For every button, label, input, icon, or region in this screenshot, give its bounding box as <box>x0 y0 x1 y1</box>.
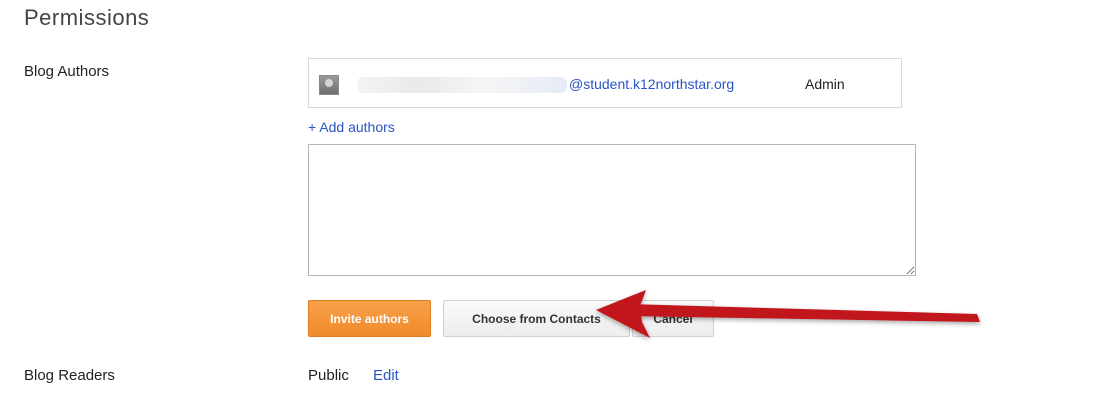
section-title: Permissions <box>24 5 150 30</box>
choose-from-contacts-button[interactable]: Choose from Contacts <box>443 300 630 337</box>
blog-authors-label: Blog Authors <box>24 63 110 80</box>
invite-authors-textarea[interactable] <box>308 144 916 276</box>
author-name-redacted <box>357 77 567 93</box>
blog-readers-value: Public <box>308 367 349 384</box>
author-role[interactable]: Admin <box>805 76 845 92</box>
add-authors-link[interactable]: + Add authors <box>308 119 395 135</box>
avatar <box>319 75 339 95</box>
author-list: @student.k12northstar.org Admin <box>308 58 902 108</box>
blog-readers-label: Blog Readers <box>24 367 115 384</box>
blog-readers-edit-link[interactable]: Edit <box>373 367 399 384</box>
author-email: @student.k12northstar.org <box>569 76 735 92</box>
invite-authors-button[interactable]: Invite authors <box>308 300 431 337</box>
cancel-button[interactable]: Cancel <box>632 300 714 337</box>
